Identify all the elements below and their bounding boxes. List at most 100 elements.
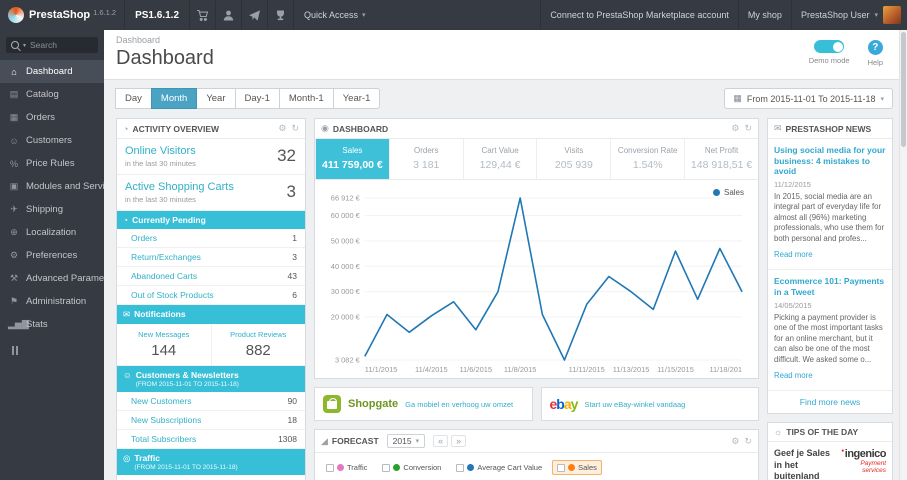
- sales-chart[interactable]: 66 912 € 60 000 € 50 000 € 40 000 € 30 000 €…: [319, 184, 754, 376]
- row-link[interactable]: Abandoned Carts: [131, 271, 197, 281]
- sidebar-menu-item[interactable]: ⚙ Preferences: [0, 244, 104, 267]
- refresh-icon[interactable]: ↻: [744, 123, 752, 134]
- checkbox-icon[interactable]: [382, 463, 391, 472]
- checkbox-icon[interactable]: [326, 463, 334, 472]
- activity-icon: ◔: [123, 123, 129, 134]
- sidebar-menu-item[interactable]: % Price Rules: [0, 152, 104, 175]
- sidebar-collapse-button[interactable]: [12, 346, 104, 355]
- next-period-button[interactable]: »: [451, 435, 467, 447]
- sales-chart-area: Sales 66 912 € 60 000 € 50 000 € 40 000 € 30…: [315, 180, 758, 378]
- shopgate-link[interactable]: Ga mobiel en verhoog uw omzet: [405, 400, 513, 409]
- refresh-icon[interactable]: ↻: [291, 123, 299, 134]
- sidebar-menu-item[interactable]: ⚑ Administration: [0, 290, 104, 313]
- svg-text:60 000 €: 60 000 €: [331, 211, 361, 220]
- toggle-switch-icon: [814, 40, 845, 53]
- kpi-value: 148 918,51 €: [690, 159, 753, 171]
- sidebar-search[interactable]: ▾: [6, 37, 98, 53]
- notification-cell[interactable]: Product Reviews 882: [210, 324, 306, 365]
- google-analytics-link[interactable]: Link to your Google Analytics account: [117, 475, 305, 480]
- pending-rows: Orders 1 Return/Exchanges 3 Abandoned Ca…: [117, 229, 305, 305]
- orders-notification-icon[interactable]: [190, 0, 216, 30]
- forecast-legend-item[interactable]: Sales: [552, 460, 602, 475]
- pending-row: Abandoned Carts 43: [117, 267, 305, 286]
- sidebar-menu-item[interactable]: ▤ Catalog: [0, 83, 104, 106]
- notification-cell[interactable]: New Messages 144: [117, 324, 211, 365]
- menu-item-icon: ⚙: [9, 250, 19, 260]
- scrollbar-thumb[interactable]: [901, 32, 906, 147]
- sidebar-menu-item[interactable]: ⊕ Localization: [0, 221, 104, 244]
- sidebar-menu-item[interactable]: ▂▅▇ Stats: [0, 313, 104, 336]
- sidebar-menu-item[interactable]: ⚒ Advanced Parameters: [0, 267, 104, 290]
- forecast-legend-item[interactable]: Average Cart Value: [451, 460, 547, 475]
- help-button[interactable]: ? Help: [868, 40, 883, 67]
- quick-access-menu[interactable]: Quick Access ▾: [294, 0, 376, 30]
- range-button[interactable]: Month: [150, 88, 198, 109]
- my-shop-link[interactable]: My shop: [737, 0, 791, 30]
- row-link[interactable]: Out of Stock Products: [131, 290, 214, 300]
- forecast-legend-item[interactable]: Conversion: [377, 460, 446, 475]
- page-scrollbar[interactable]: [899, 30, 907, 480]
- year-select[interactable]: 2015 ▾: [386, 434, 426, 448]
- kpi-value: 205 939: [554, 159, 593, 171]
- range-button[interactable]: Year-1: [332, 88, 381, 109]
- kpi-box[interactable]: Visits 205 939: [536, 139, 610, 179]
- checkbox-icon[interactable]: [456, 463, 465, 472]
- news-article-date: 14/05/2015: [774, 300, 812, 310]
- series-color-dot: [467, 464, 475, 471]
- gear-icon[interactable]: ⚙: [731, 436, 739, 447]
- sidebar-menu-item[interactable]: ☺ Customers: [0, 129, 104, 152]
- kpi-box[interactable]: Orders 3 181: [388, 139, 463, 179]
- row-link[interactable]: Return/Exchanges: [131, 252, 201, 262]
- gear-icon[interactable]: ⚙: [278, 123, 286, 134]
- app-title: PrestaShop: [29, 9, 91, 21]
- range-button[interactable]: Month-1: [278, 88, 334, 109]
- kpi-box[interactable]: Cart Value 129,44 €: [462, 139, 537, 179]
- kpi-box[interactable]: Sales 411 759,00 €: [315, 139, 389, 179]
- read-more-link[interactable]: Read more: [774, 250, 813, 259]
- refresh-icon[interactable]: ↻: [744, 436, 752, 447]
- shop-name-link[interactable]: PS1.6.1.2: [124, 0, 190, 30]
- row-link[interactable]: Orders: [131, 233, 157, 243]
- user-menu[interactable]: PrestaShop User ▾: [790, 0, 907, 30]
- ebay-link[interactable]: Start uw eBay-winkel vandaag: [584, 400, 685, 409]
- prestashop-logo-link[interactable]: PrestaShop 1.6.1.2: [0, 0, 124, 30]
- activity-stat[interactable]: Active Shopping Carts in the last 30 min…: [117, 175, 305, 211]
- range-button[interactable]: Day: [115, 88, 152, 109]
- row-value: 1: [292, 233, 297, 243]
- gear-icon[interactable]: ⚙: [731, 123, 739, 134]
- messages-notification-icon[interactable]: [242, 0, 268, 30]
- demo-mode-toggle[interactable]: Demo mode: [809, 40, 850, 65]
- row-link[interactable]: Total Subscribers: [131, 434, 196, 444]
- previous-period-button[interactable]: «: [433, 435, 449, 447]
- search-input[interactable]: [30, 40, 93, 50]
- news-article-title[interactable]: Using social media for your business: 4 …: [774, 145, 886, 177]
- bell-icon: ✉: [123, 309, 131, 319]
- marketplace-link[interactable]: Connect to PrestaShop Marketplace accoun…: [540, 0, 738, 30]
- news-article-title[interactable]: Ecommerce 101: Payments in a Tweet: [774, 276, 886, 297]
- forecast-legend-item[interactable]: Traffic: [321, 460, 372, 475]
- kpi-box[interactable]: Conversion Rate 1.54%: [610, 139, 684, 179]
- customers-notification-icon[interactable]: [216, 0, 242, 30]
- range-button[interactable]: Day-1: [234, 88, 280, 109]
- kpi-box[interactable]: Net Profit 148 918,51 €: [684, 139, 758, 179]
- avatar: [883, 6, 901, 24]
- sidebar-menu-item[interactable]: ⌂ Dashboard: [0, 60, 104, 83]
- row-link[interactable]: New Customers: [131, 396, 191, 406]
- breadcrumb[interactable]: Dashboard: [116, 35, 214, 45]
- date-range-picker[interactable]: ▦ From 2015-11-01 To 2015-11-18 ▾: [724, 88, 893, 109]
- search-icon: [11, 41, 19, 49]
- row-link[interactable]: New Subscriptions: [131, 415, 201, 425]
- find-more-news-link[interactable]: Find more news: [768, 391, 892, 413]
- chart-legend[interactable]: Sales: [712, 188, 744, 197]
- checkbox-icon[interactable]: [557, 463, 566, 472]
- ebay-letter: y: [570, 396, 579, 412]
- sidebar-menu-item[interactable]: ▦ Orders: [0, 106, 104, 129]
- row-value: 6: [292, 290, 297, 300]
- sidebar-menu-item[interactable]: ✈ Shipping: [0, 198, 104, 221]
- activity-stat[interactable]: Online Visitors in the last 30 minutes 3…: [117, 139, 305, 175]
- demo-mode-label: Demo mode: [808, 56, 850, 65]
- read-more-link[interactable]: Read more: [774, 371, 813, 380]
- badges-icon[interactable]: [268, 0, 294, 30]
- sidebar-menu-item[interactable]: ▣ Modules and Services: [0, 175, 104, 198]
- range-button[interactable]: Year: [196, 88, 236, 109]
